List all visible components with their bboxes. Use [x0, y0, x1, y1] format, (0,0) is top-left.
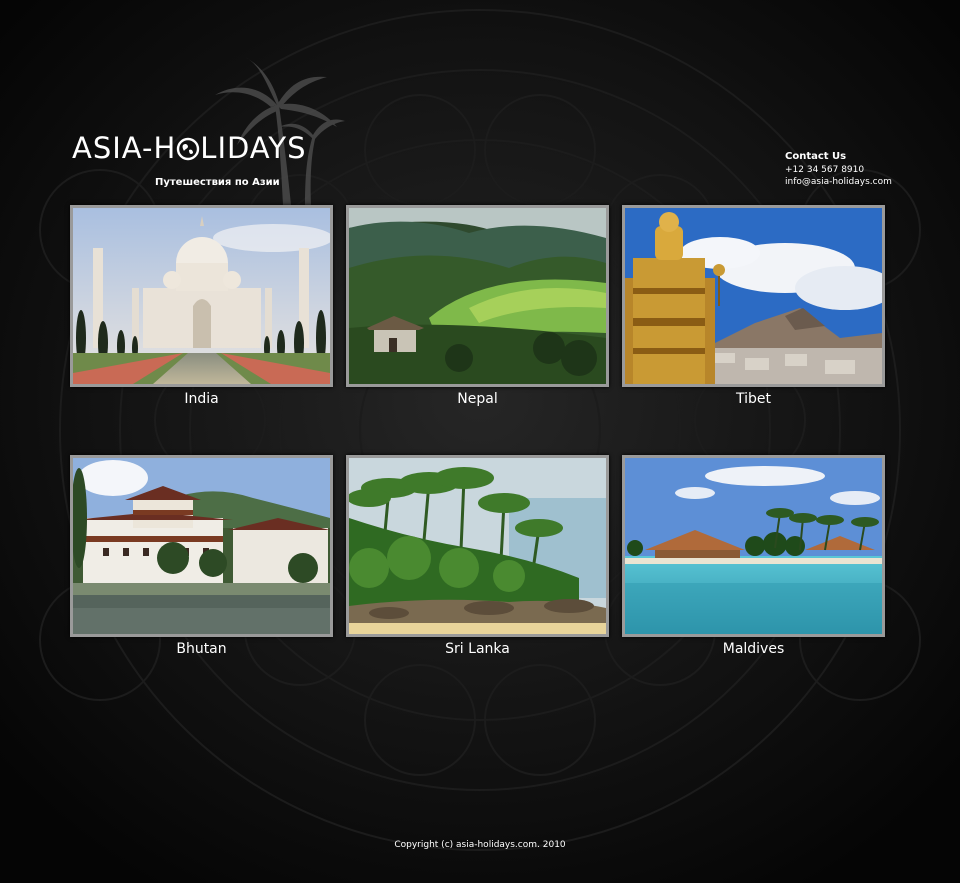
destination-label-tibet[interactable]: Tibet — [622, 391, 885, 407]
footer-copyright: Copyright (c) asia-holidays.com. 2010 — [394, 840, 566, 850]
destination-tile-maldives[interactable]: Maldives — [622, 455, 885, 657]
destination-tile-nepal[interactable]: Nepal — [346, 205, 609, 407]
india-image — [73, 208, 330, 384]
destination-tile-sri-lanka[interactable]: Sri Lanka — [346, 455, 609, 657]
contact-email[interactable]: info@asia-holidays.com — [785, 176, 892, 188]
site-tagline: Путешествия по Азии — [155, 177, 280, 188]
logo-text-start: ASIA-H — [72, 131, 177, 165]
destination-tile-tibet[interactable]: Tibet — [622, 205, 885, 407]
destination-label-sri-lanka[interactable]: Sri Lanka — [346, 641, 609, 657]
sri-lanka-image — [349, 458, 606, 634]
sri-lanka-photo[interactable] — [346, 455, 609, 637]
destination-label-bhutan[interactable]: Bhutan — [70, 641, 333, 657]
destination-tile-india[interactable]: India — [70, 205, 333, 407]
nepal-photo[interactable] — [346, 205, 609, 387]
india-photo[interactable] — [70, 205, 333, 387]
bhutan-image — [73, 458, 330, 634]
contact-block: Contact Us +12 34 567 8910 info@asia-hol… — [785, 151, 892, 188]
tibet-image — [625, 208, 882, 384]
destination-label-nepal[interactable]: Nepal — [346, 391, 609, 407]
destination-label-india[interactable]: India — [70, 391, 333, 407]
globe-icon — [177, 137, 200, 161]
maldives-photo[interactable] — [622, 455, 885, 637]
contact-phone: +12 34 567 8910 — [785, 165, 865, 175]
site-logo[interactable]: ASIA-H LIDAYS — [72, 128, 342, 168]
destination-tile-bhutan[interactable]: Bhutan — [70, 455, 333, 657]
tibet-photo[interactable] — [622, 205, 885, 387]
maldives-image — [625, 458, 882, 634]
bhutan-photo[interactable] — [70, 455, 333, 637]
nepal-image — [349, 208, 606, 384]
logo-text-end: LIDAYS — [200, 131, 307, 165]
contact-title: Contact Us — [785, 151, 847, 162]
destination-label-maldives[interactable]: Maldives — [622, 641, 885, 657]
